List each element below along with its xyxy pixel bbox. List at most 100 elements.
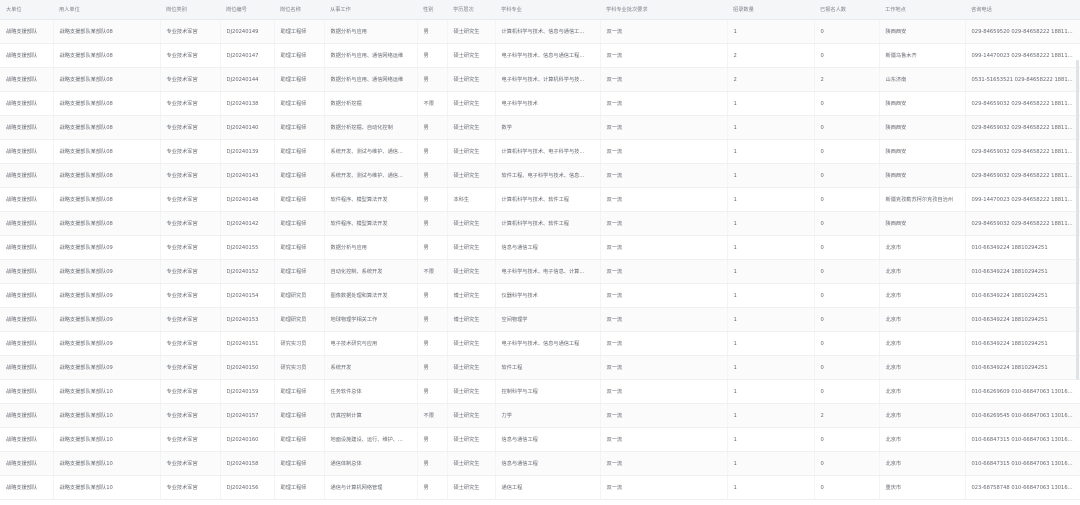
- table-cell: 助理工程师: [274, 139, 325, 164]
- table-cell: 战略支援部队: [0, 403, 54, 428]
- table-cell: 战略支援部队: [0, 307, 54, 332]
- table-row[interactable]: 战略支援部队 战略支援部队某部队09 专业技术军官 DJ20240150 研究实习员 系统…: [0, 355, 1080, 380]
- table-cell: 北京市: [879, 307, 966, 332]
- table-row[interactable]: 战略支援部队 战略支援部队某部队10 专业技术军官 DJ20240156 助理工程师 通信…: [0, 475, 1080, 500]
- table-row[interactable]: 战略支援部队 战略支援部队某部队09 专业技术军官 DJ20240155 助理工程师 数据…: [0, 235, 1080, 260]
- table-row[interactable]: 战略支援部队 战略支援部队某部队09 专业技术军官 DJ20240153 助理研究员 地球…: [0, 307, 1080, 332]
- column-header[interactable]: 咨询电话: [965, 0, 1080, 20]
- table-cell: 战略支援部队某部队09: [53, 283, 161, 308]
- table-row[interactable]: 战略支援部队 战略支援部队某部队10 专业技术军官 DJ20240158 助理工程师 通信…: [0, 451, 1080, 476]
- table-cell: 男: [417, 379, 448, 404]
- table-cell: 硕士研究生: [447, 451, 496, 476]
- table-cell: 双一流: [600, 91, 728, 116]
- table-cell: 助理工程师: [274, 259, 325, 284]
- table-cell: DJ20240159: [220, 379, 275, 404]
- table-row[interactable]: 战略支援部队 战略支援部队某部队10 专业技术军官 DJ20240157 助理工程师 仿真…: [0, 403, 1080, 428]
- column-header[interactable]: 学科专业: [495, 0, 600, 20]
- column-header[interactable]: 从事工作: [324, 0, 417, 20]
- column-header[interactable]: 招录数量: [727, 0, 814, 20]
- table-row[interactable]: 战略支援部队 战略支援部队某部队08 专业技术军官 DJ20240140 助理工程师 数据…: [0, 115, 1080, 140]
- table-cell: 数据分析挖掘: [324, 91, 418, 116]
- table-cell: 1: [727, 211, 815, 236]
- table-cell: 1: [727, 427, 815, 452]
- table-cell: 男: [417, 331, 448, 356]
- table-cell: 数据分析与应用、通信网络运维: [324, 43, 418, 68]
- table-row[interactable]: 战略支援部队 战略支援部队某部队08 专业技术军官 DJ20240147 助理工程师 数据…: [0, 43, 1080, 68]
- table-row[interactable]: 战略支援部队 战略支援部队某部队08 专业技术军官 DJ20240142 助理工程师 软件…: [0, 211, 1080, 236]
- table-row[interactable]: 战略支援部队 战略支援部队某部队10 专业技术军官 DJ20240160 助理工程师 地面…: [0, 427, 1080, 452]
- table-cell: 男: [417, 235, 448, 260]
- table-cell: 男: [417, 67, 448, 92]
- column-header[interactable]: 学历层次: [447, 0, 495, 20]
- table-cell: 硕士研究生: [447, 67, 496, 92]
- table-row[interactable]: 战略支援部队 战略支援部队某部队08 专业技术军官 DJ20240148 助理工程师 软件…: [0, 187, 1080, 212]
- table-cell: 0: [814, 235, 880, 260]
- vertical-scrollbar[interactable]: [1076, 60, 1079, 380]
- table-cell: 北京市: [879, 403, 966, 428]
- table-row[interactable]: 战略支援部队 战略支援部队某部队10 专业技术军官 DJ20240159 助理工程师 任务…: [0, 379, 1080, 404]
- table-cell: 战略支援部队: [0, 43, 54, 68]
- column-header[interactable]: 已报名人数: [814, 0, 879, 20]
- table-cell: 北京市: [879, 235, 966, 260]
- column-header[interactable]: 性别: [417, 0, 447, 20]
- column-header[interactable]: 工作地点: [879, 0, 965, 20]
- table-cell: 战略支援部队某部队10: [53, 403, 161, 428]
- table-cell: 地面设施建设、运行、维护、...: [324, 427, 418, 452]
- table-cell: 010-66269545 010-66847063 13016...: [965, 403, 1080, 428]
- table-cell: 助理研究员: [274, 283, 325, 308]
- table-cell: 数学: [495, 115, 601, 140]
- table-cell: 北京市: [879, 283, 966, 308]
- column-header[interactable]: 大单位: [0, 0, 53, 20]
- table-cell: 战略支援部队: [0, 259, 54, 284]
- table-cell: 男: [417, 43, 448, 68]
- table-cell: 软件程序、模型算法开发: [324, 187, 418, 212]
- table-cell: 软件工程、电子科学与技术、信息...: [495, 163, 601, 188]
- table-cell: 专业技术军官: [160, 235, 221, 260]
- table-row[interactable]: 战略支援部队 战略支援部队某部队08 专业技术军官 DJ20240149 助理工程师 数据…: [0, 19, 1080, 44]
- table-cell: 硕士研究生: [447, 115, 496, 140]
- table-row[interactable]: 战略支援部队 战略支援部队某部队08 专业技术军官 DJ20240143 助理工程师 系统…: [0, 163, 1080, 188]
- table-cell: 029-84659032 029-84658222 18811...: [965, 91, 1080, 116]
- table-cell: 专业技术军官: [160, 187, 221, 212]
- table-row[interactable]: 战略支援部队 战略支援部队某部队09 专业技术军官 DJ20240152 助理工程师 自动…: [0, 259, 1080, 284]
- table-cell: 双一流: [600, 259, 728, 284]
- table-cell: 战略支援部队: [0, 235, 54, 260]
- table-cell: 博士研究生: [447, 307, 496, 332]
- column-header[interactable]: 学科专业批次要求: [600, 0, 727, 20]
- table-cell: 助理研究员: [274, 307, 325, 332]
- table-cell: 029-84659032 029-84658222 18811...: [965, 115, 1080, 140]
- table-cell: 不限: [417, 403, 448, 428]
- table-cell: 战略支援部队: [0, 451, 54, 476]
- table-cell: 男: [417, 211, 448, 236]
- table-cell: 北京市: [879, 331, 966, 356]
- column-header[interactable]: 用人单位: [53, 0, 160, 20]
- table-row[interactable]: 战略支援部队 战略支援部队某部队08 专业技术军官 DJ20240138 助理工程师 数据…: [0, 91, 1080, 116]
- column-header[interactable]: 岗位名称: [274, 0, 324, 20]
- table-cell: 男: [417, 451, 448, 476]
- table-cell: 0: [814, 211, 880, 236]
- table-cell: 专业技术军官: [160, 355, 221, 380]
- table-cell: DJ20240150: [220, 355, 275, 380]
- table-row[interactable]: 战略支援部队 战略支援部队某部队08 专业技术军官 DJ20240139 助理工程师 系统…: [0, 139, 1080, 164]
- table-cell: DJ20240151: [220, 331, 275, 356]
- table-cell: 数据分析与应用: [324, 19, 418, 44]
- table-row[interactable]: 战略支援部队 战略支援部队某部队08 专业技术军官 DJ20240144 助理工程师 数据…: [0, 67, 1080, 92]
- table-cell: 男: [417, 307, 448, 332]
- table-cell: 陕西西安: [879, 163, 966, 188]
- table-row[interactable]: 战略支援部队 战略支援部队某部队09 专业技术军官 DJ20240151 研究实习员 电子…: [0, 331, 1080, 356]
- table-row[interactable]: 战略支援部队 战略支援部队某部队09 专业技术军官 DJ20240154 助理研究员 图像…: [0, 283, 1080, 308]
- table-cell: 010-66349224 18810294251: [965, 259, 1080, 284]
- table-cell: DJ20240143: [220, 163, 275, 188]
- table-cell: 电子科学与技术、信息与通信工程...: [495, 43, 601, 68]
- table-cell: 仪器科学与技术: [495, 283, 601, 308]
- table-cell: 助理工程师: [274, 475, 325, 500]
- table-cell: 1: [727, 283, 815, 308]
- table-cell: 战略支援部队某部队08: [53, 19, 161, 44]
- table-cell: 硕士研究生: [447, 331, 496, 356]
- table-cell: 0: [814, 355, 880, 380]
- column-header[interactable]: 岗位类别: [160, 0, 220, 20]
- table-body: 战略支援部队 战略支援部队某部队08 专业技术军官 DJ20240149 助理工程师 数据…: [0, 19, 1080, 500]
- column-header[interactable]: 岗位编号: [220, 0, 274, 20]
- table-cell: 硕士研究生: [447, 43, 496, 68]
- table-cell: 助理工程师: [274, 91, 325, 116]
